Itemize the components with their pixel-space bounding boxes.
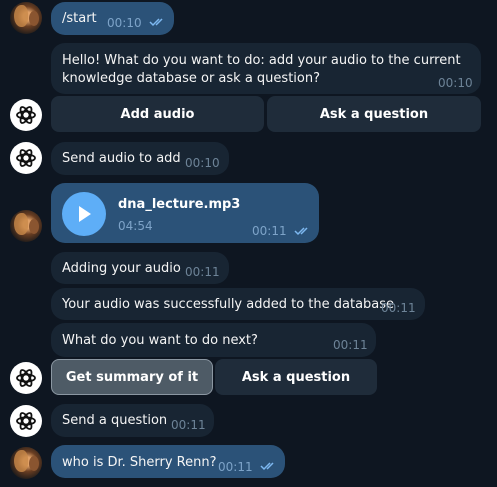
audio-filename: dna_lecture.mp3 bbox=[118, 197, 241, 212]
message-incoming: Send audio to add 00:10 bbox=[51, 142, 229, 175]
message-time: 00:11 bbox=[381, 301, 416, 315]
double-check-icon bbox=[260, 462, 274, 471]
bot-avatar[interactable] bbox=[10, 99, 42, 131]
bot-avatar[interactable] bbox=[10, 362, 42, 394]
message-time: 00:11 bbox=[171, 418, 206, 432]
message-text: What do you want to do next? bbox=[62, 333, 258, 348]
message-text: Your audio was successfully added to the… bbox=[62, 297, 395, 312]
message-incoming: Your audio was successfully added to the… bbox=[51, 288, 425, 320]
user-avatar[interactable] bbox=[10, 447, 42, 479]
message-incoming: What do you want to do next? 00:11 bbox=[51, 323, 376, 357]
message-text: Adding your audio bbox=[62, 261, 181, 276]
message-time: 00:11 bbox=[333, 338, 368, 352]
message-time: 00:10 bbox=[438, 76, 473, 90]
user-avatar[interactable] bbox=[10, 2, 42, 34]
message-outgoing: who is Dr. Sherry Renn? 00:11 bbox=[51, 445, 285, 478]
message-time: 00:11 bbox=[185, 265, 220, 279]
double-check-icon bbox=[294, 227, 308, 236]
openai-logo-icon bbox=[16, 106, 36, 124]
get-summary-button[interactable]: Get summary of it bbox=[51, 359, 213, 395]
message-outgoing: /start 00:10 bbox=[51, 2, 174, 35]
message-text-line2: knowledge database or ask a question? bbox=[62, 71, 320, 86]
openai-logo-icon bbox=[16, 369, 36, 387]
message-time: 00:11 bbox=[252, 224, 287, 238]
message-text: Send audio to add bbox=[62, 151, 181, 166]
play-button[interactable] bbox=[62, 192, 106, 236]
message-text: who is Dr. Sherry Renn? bbox=[62, 455, 217, 470]
audio-duration: 04:54 bbox=[118, 219, 153, 233]
add-audio-button[interactable]: Add audio bbox=[51, 96, 264, 132]
message-time: 00:11 bbox=[218, 460, 253, 474]
message-text-line1: Hello! What do you want to do: add your … bbox=[62, 53, 461, 68]
ask-question-button[interactable]: Ask a question bbox=[215, 359, 377, 395]
bot-avatar[interactable] bbox=[10, 142, 42, 174]
bot-avatar[interactable] bbox=[10, 405, 42, 437]
play-icon bbox=[79, 206, 91, 222]
openai-logo-icon bbox=[16, 412, 36, 430]
message-incoming: Send a question 00:11 bbox=[51, 404, 214, 437]
openai-logo-icon bbox=[16, 149, 36, 167]
user-avatar[interactable] bbox=[10, 210, 42, 242]
double-check-icon bbox=[149, 18, 163, 27]
message-text: Send a question bbox=[62, 413, 168, 428]
message-incoming: Adding your audio 00:11 bbox=[51, 252, 229, 284]
message-incoming: Hello! What do you want to do: add your … bbox=[51, 43, 481, 94]
audio-message: dna_lecture.mp3 04:54 00:11 bbox=[51, 183, 319, 243]
message-time: 00:10 bbox=[185, 156, 220, 170]
message-time: 00:10 bbox=[107, 16, 142, 30]
ask-question-button[interactable]: Ask a question bbox=[267, 96, 481, 132]
message-text: /start bbox=[62, 11, 97, 26]
